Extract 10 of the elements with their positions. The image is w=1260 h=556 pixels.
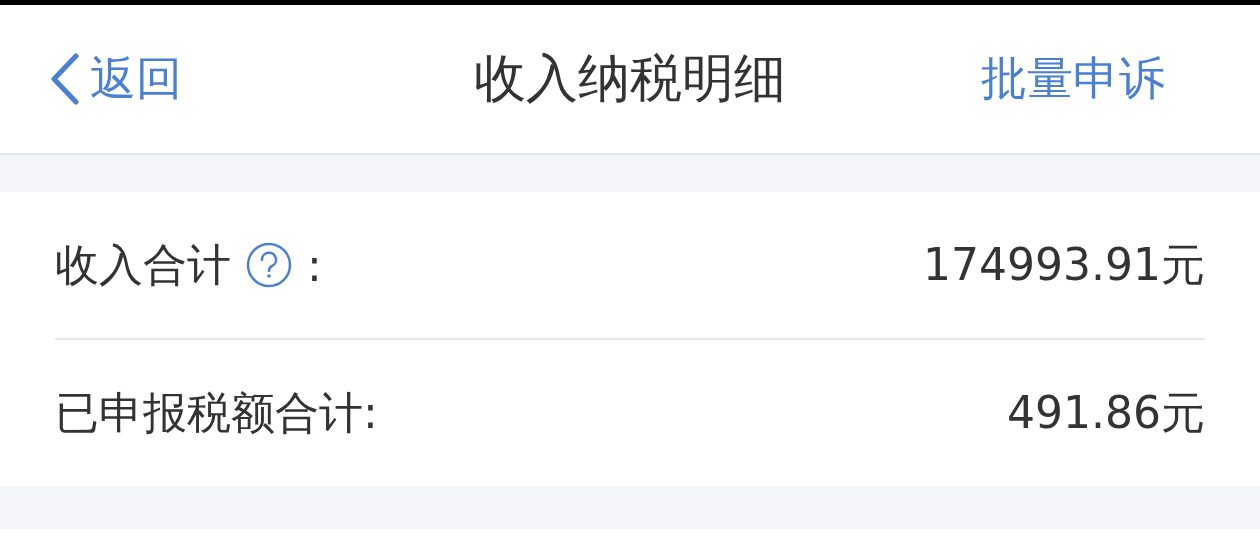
summary-label: 已申报税额合计: xyxy=(55,385,378,440)
summary-value: 491.86元 xyxy=(1007,385,1205,440)
page-title: 收入纳税明细 xyxy=(474,48,786,108)
chevron-left-icon xyxy=(50,53,80,105)
back-button[interactable]: 返回 xyxy=(50,48,182,110)
help-icon[interactable] xyxy=(245,241,293,289)
summary-value: 174993.91元 xyxy=(923,237,1205,292)
colon: : xyxy=(307,239,322,291)
summary-label: 收入合计 xyxy=(55,237,231,292)
batch-appeal-button[interactable]: 批量申诉 xyxy=(981,48,1165,110)
